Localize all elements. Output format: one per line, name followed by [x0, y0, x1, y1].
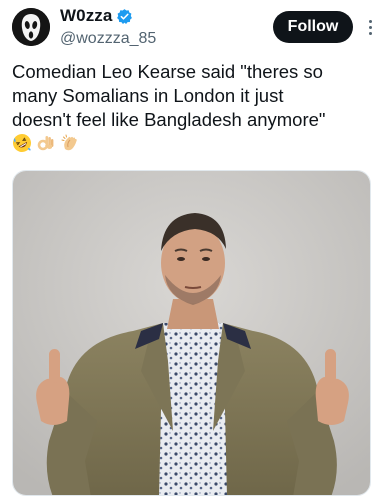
photo-image [13, 171, 370, 495]
follow-button[interactable]: Follow [273, 11, 353, 43]
rolling-on-floor-laughing-emoji-icon [12, 133, 32, 153]
more-dot [368, 19, 372, 23]
more-dot [368, 31, 372, 35]
ok-hand-emoji-icon [36, 133, 56, 153]
author-display-name[interactable]: W0zza [60, 6, 112, 26]
ghostface-mask-icon [12, 8, 50, 46]
author-name-row[interactable]: W0zza [60, 6, 133, 26]
tweet-media-photo[interactable] [12, 170, 371, 496]
more-vertical-icon[interactable] [363, 14, 377, 40]
verified-badge-icon [116, 8, 133, 25]
more-dot [368, 25, 372, 29]
clapping-hands-emoji-icon [60, 133, 80, 153]
tweet-text: Comedian Leo Kearse said "theres so many… [12, 61, 326, 130]
author-handle[interactable]: @wozzza_85 [60, 30, 156, 48]
emoji-row [12, 132, 80, 154]
tweet-header: W0zza @wozzza_85 Follow [0, 0, 383, 58]
avatar[interactable] [12, 8, 50, 46]
